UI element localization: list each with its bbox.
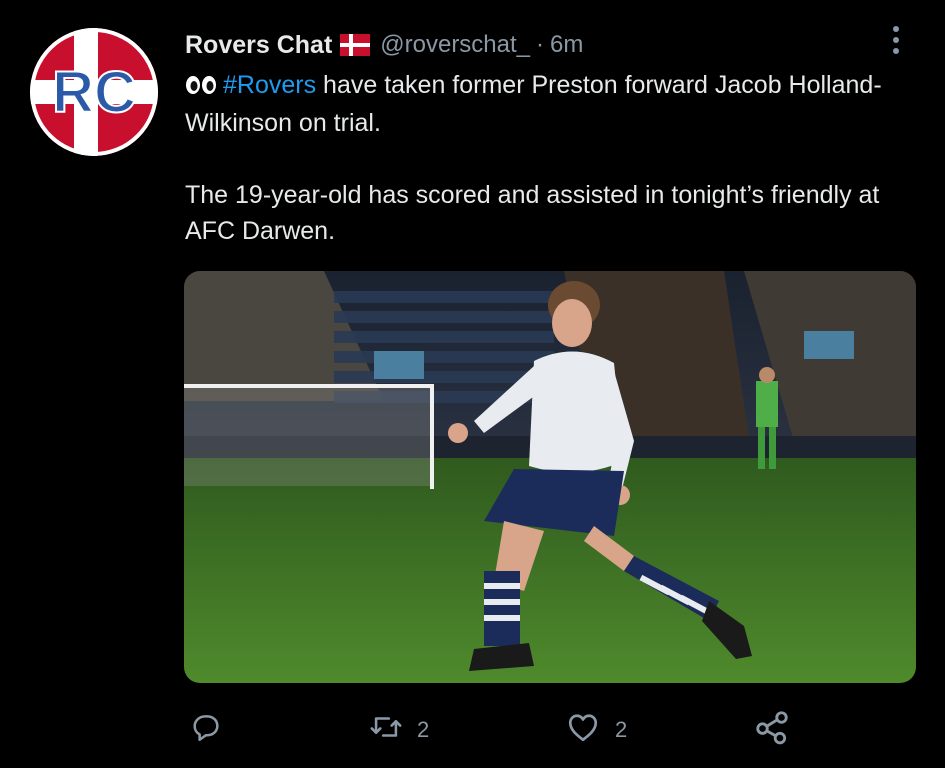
tweet-paragraph-1: #Rovers have taken former Preston forwar… (185, 67, 905, 141)
reply-button[interactable] (189, 705, 223, 755)
hashtag-link[interactable]: #Rovers (223, 71, 316, 99)
user-handle[interactable]: @roverschat_ (380, 31, 530, 59)
tweet-media-photo[interactable] (184, 271, 916, 683)
tweet-text: #Rovers have taken former Preston forwar… (185, 67, 905, 249)
rovers-chat-logo: RC (30, 28, 158, 156)
tweet-action-bar: 2 2 (185, 705, 805, 755)
tweet-header: Rovers Chat @roverschat_ · 6m (185, 28, 583, 62)
eyes-emoji-icon (185, 69, 217, 105)
more-options-icon[interactable] (884, 20, 908, 60)
svg-text:RC: RC (52, 60, 136, 125)
separator-dot: · (536, 31, 545, 58)
denmark-flag-icon (340, 34, 371, 56)
retweet-button[interactable]: 2 (369, 705, 429, 755)
retweet-icon (369, 710, 403, 750)
tweet-paragraph-2: The 19-year-old has scored and assisted … (185, 181, 880, 245)
avatar[interactable]: RC (30, 28, 158, 156)
timestamp[interactable]: 6m (550, 31, 583, 59)
like-button[interactable]: 2 (565, 705, 627, 755)
heart-icon (565, 709, 601, 751)
reply-icon (189, 710, 223, 750)
like-count: 2 (615, 717, 628, 742)
football-celebration-photo (184, 271, 916, 683)
retweet-count: 2 (417, 717, 430, 742)
display-name[interactable]: Rovers Chat (185, 31, 332, 60)
share-button[interactable] (753, 705, 791, 755)
share-icon (753, 708, 791, 752)
